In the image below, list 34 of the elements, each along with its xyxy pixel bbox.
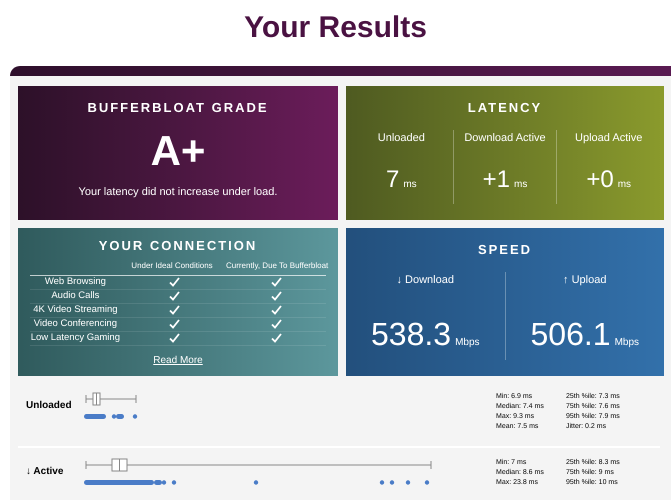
speed-unit: Mbps	[455, 336, 480, 350]
activity-label: Low Latency Gaming	[30, 330, 121, 345]
activity-label: Audio Calls	[50, 288, 100, 303]
latency-label: Unloaded	[378, 130, 425, 146]
grade-note: Your latency did not increase under load.	[78, 184, 278, 200]
speed-label: ↑ Upload	[563, 272, 606, 288]
card-heading: LATENCY	[468, 99, 542, 117]
dot-strip-drawing	[84, 414, 138, 420]
latency-label: Upload Active	[575, 130, 642, 146]
card-heading: BUFFERBLOAT GRADE	[87, 99, 269, 117]
latency-label: Download Active	[464, 130, 546, 146]
activity-label: Web Browsing	[44, 274, 107, 289]
page-title: Your Results	[243, 10, 428, 46]
latency-value: +0	[586, 165, 614, 195]
latency-unit: ms	[514, 178, 528, 192]
activity-label: 4K Video Streaming	[32, 302, 119, 317]
speed-value: 538.3	[370, 315, 452, 354]
latency-unit: ms	[403, 178, 417, 192]
card-heading: SPEED	[478, 241, 532, 259]
latency-value: +1	[482, 165, 510, 195]
column-header: Under Ideal Conditions	[130, 260, 214, 272]
latency-unit: ms	[618, 178, 632, 192]
column-header: Currently, Due To Bufferbloat	[226, 260, 326, 272]
card-heading: YOUR CONNECTION	[98, 237, 258, 255]
speed-value: 506.1	[530, 315, 611, 354]
read-more-link[interactable]: Read More	[153, 352, 203, 368]
speed-label: ↓ Download	[396, 272, 454, 288]
activity-label: Video Conferencing	[32, 316, 118, 331]
latency-value: 7	[386, 165, 400, 195]
speed-unit: Mbps	[614, 336, 640, 350]
row-label: ↓ Active	[26, 465, 64, 479]
box-plot-drawing	[84, 392, 138, 406]
grade-value: A+	[150, 126, 206, 176]
row-label: Unloaded	[26, 399, 73, 413]
